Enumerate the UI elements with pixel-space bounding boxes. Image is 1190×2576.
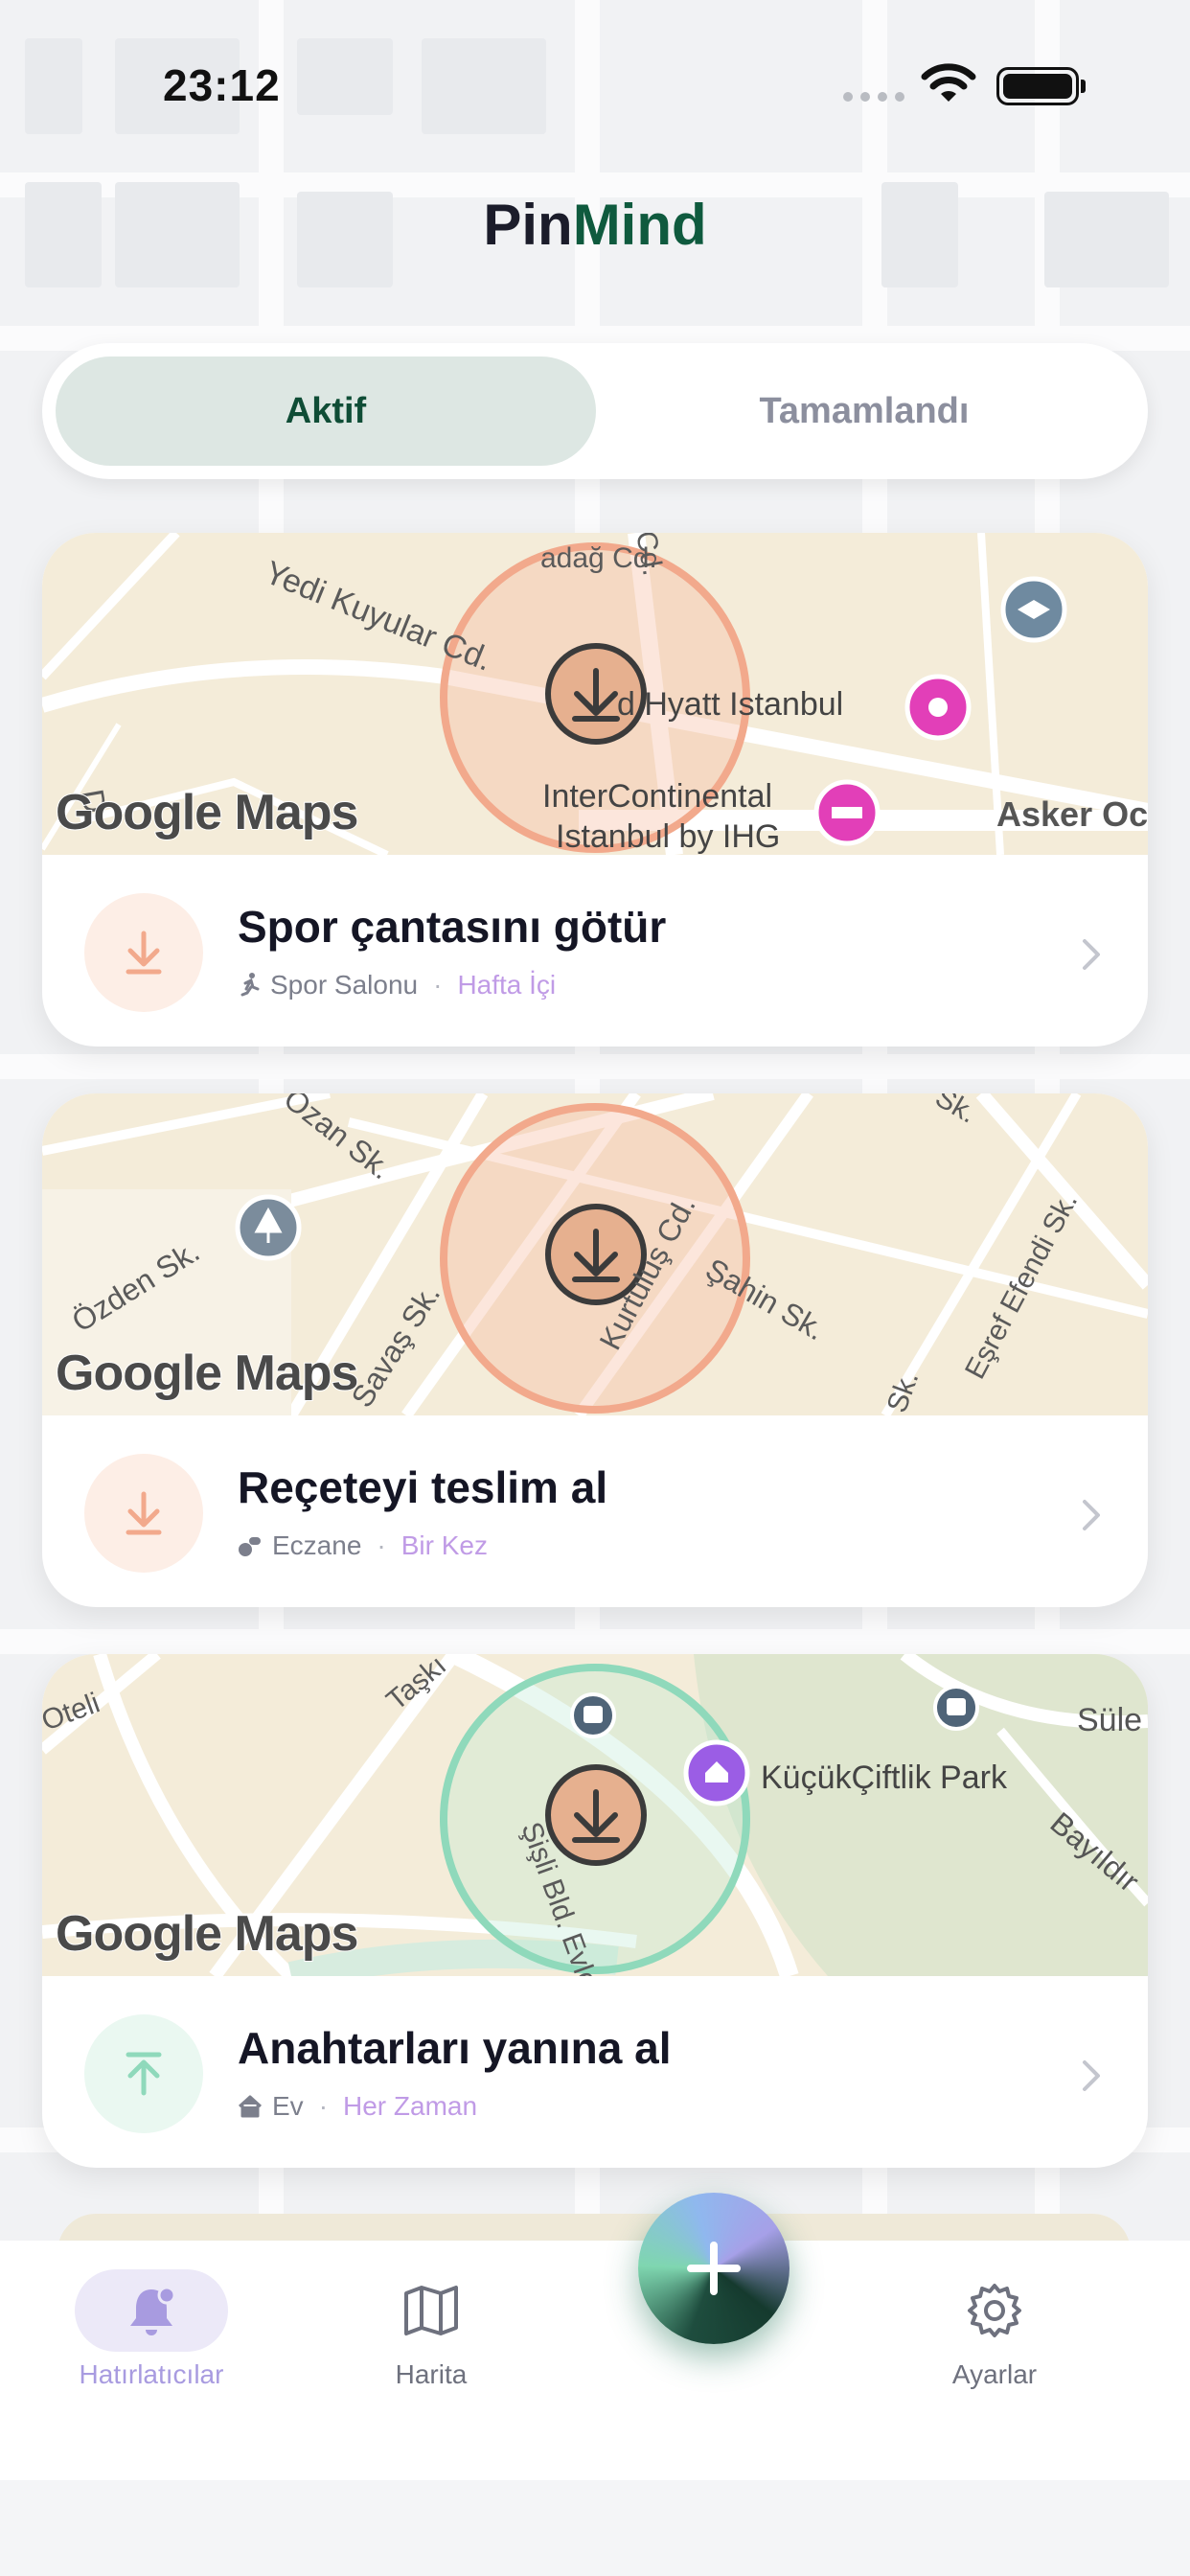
- map-street-label: Süle: [1077, 1702, 1142, 1738]
- reminder-meta: Ev · Her Zaman: [238, 2091, 477, 2122]
- school-pin-icon: [1000, 576, 1067, 643]
- bus-stop-icon: [933, 1685, 979, 1731]
- app-title-part2: Mind: [572, 193, 707, 257]
- signal-icon: [843, 92, 904, 102]
- arrive-badge: [84, 1454, 203, 1573]
- reminder-location: Eczane: [272, 1530, 362, 1560]
- chevron-right-icon: [1083, 1500, 1100, 1530]
- gear-icon: [918, 2269, 1071, 2352]
- bus-stop-icon: [570, 1692, 616, 1738]
- reminder-card[interactable]: Yedi Kuyular Cd. adağ Cd. Cd. d Hyatt Is…: [42, 533, 1148, 1046]
- reminder-meta: Spor Salonu · Hafta İçi: [238, 970, 556, 1000]
- home-indicator-area: [0, 2480, 1190, 2576]
- map-icon: [355, 2269, 508, 2352]
- bottom-tab-bar: Hatırlatıcılar Harita Ayarlar: [0, 2241, 1190, 2576]
- hotel-pin-icon: [813, 779, 881, 846]
- map-street-label: Asker Oc: [996, 794, 1148, 834]
- add-reminder-button[interactable]: [638, 2193, 790, 2344]
- tab-reminders-label: Hatırlatıcılar: [79, 2359, 224, 2389]
- reminder-frequency: Her Zaman: [343, 2091, 478, 2121]
- map-poi-label: d Hyatt Istanbul: [617, 686, 843, 723]
- status-segmented-control: Aktif Tamamlandı: [42, 343, 1148, 479]
- map-poi-label: InterContinental: [542, 778, 772, 815]
- bell-icon: [75, 2269, 228, 2352]
- card-map: Ozan Sk. Özden Sk. Savaş Sk. Kurtuluş Cd…: [42, 1093, 1148, 1419]
- store-pin-icon: [904, 674, 972, 741]
- card-info: Anahtarları yanına al Ev · Her Zaman: [42, 1976, 1148, 2168]
- google-maps-logo: Google Maps: [55, 784, 359, 841]
- reminder-title: Spor çantasını götür: [238, 902, 667, 952]
- chevron-right-icon: [1083, 2060, 1100, 2091]
- leave-badge: [84, 2014, 203, 2133]
- plus-icon: [687, 2242, 741, 2295]
- reminder-location: Spor Salonu: [270, 970, 419, 1000]
- home-icon: [238, 2095, 263, 2118]
- running-icon: [240, 973, 260, 997]
- tab-map-label: Harita: [395, 2359, 468, 2389]
- reminder-card[interactable]: Ozan Sk. Özden Sk. Savaş Sk. Kurtuluş Cd…: [42, 1093, 1148, 1607]
- card-map: Yedi Kuyular Cd. adağ Cd. Cd. d Hyatt Is…: [42, 533, 1148, 859]
- reminder-location: Ev: [272, 2091, 304, 2121]
- reminder-frequency: Bir Kez: [400, 1530, 488, 1560]
- card-map: Oteli Taşkı KüçükÇiftlik Park Şişli Bld.…: [42, 1654, 1148, 1992]
- status-time: 23:12: [163, 60, 281, 110]
- pills-icon: [239, 1537, 261, 1556]
- reminder-title: Anahtarları yanına al: [238, 2023, 672, 2073]
- tab-settings[interactable]: Ayarlar: [880, 2269, 1110, 2413]
- chevron-right-icon: [1083, 939, 1100, 970]
- park-pin-icon: [235, 1194, 302, 1261]
- segment-completed[interactable]: Tamamlandı: [594, 356, 1134, 466]
- reminder-meta: Eczane · Bir Kez: [238, 1530, 488, 1561]
- wifi-icon: [921, 63, 976, 102]
- arrive-badge: [84, 893, 203, 1012]
- arrow-down-icon: [126, 931, 162, 975]
- battery-icon: [996, 67, 1086, 105]
- arrow-up-icon: [126, 2052, 162, 2096]
- card-info: Spor çantasını götür Spor Salonu · Hafta…: [42, 855, 1148, 1046]
- map-poi-label: KüçükÇiftlik Park: [761, 1760, 1008, 1796]
- card-info: Reçeteyi teslim al Eczane · Bir Kez: [42, 1415, 1148, 1607]
- tab-reminders[interactable]: Hatırlatıcılar: [36, 2269, 266, 2413]
- app-title-part1: Pin: [483, 193, 573, 257]
- google-maps-logo: Google Maps: [55, 1345, 359, 1402]
- arrow-down-icon: [126, 1491, 162, 1535]
- google-maps-logo: Google Maps: [55, 1905, 359, 1963]
- reminder-frequency: Hafta İçi: [457, 970, 557, 1000]
- park-pin-icon: [683, 1739, 750, 1806]
- tab-map[interactable]: Harita: [316, 2269, 546, 2413]
- app-title: PinMind: [0, 192, 1190, 258]
- reminder-card[interactable]: Oteli Taşkı KüçükÇiftlik Park Şişli Bld.…: [42, 1654, 1148, 2168]
- map-poi-label: Istanbul by IHG: [556, 818, 780, 855]
- status-bar: 23:12: [0, 0, 1190, 163]
- reminder-title: Reçeteyi teslim al: [238, 1462, 608, 1512]
- tab-settings-label: Ayarlar: [951, 2359, 1038, 2389]
- segment-active[interactable]: Aktif: [56, 356, 596, 466]
